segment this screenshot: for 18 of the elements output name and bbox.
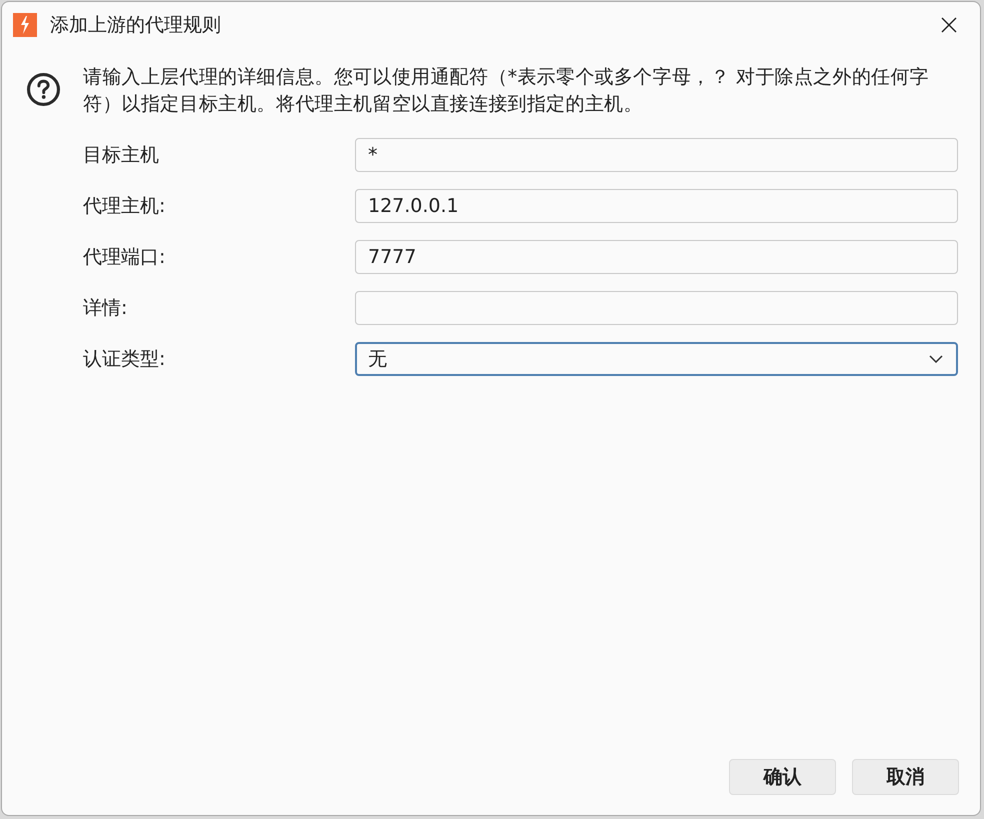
input-field[interactable]: 127.0.0.1 <box>355 189 958 223</box>
field-label: 详情: <box>83 296 128 321</box>
field-label: 代理主机: <box>83 194 166 219</box>
close-icon[interactable] <box>941 17 957 33</box>
input-field[interactable]: 7777 <box>355 240 958 274</box>
field-label: 代理端口: <box>83 245 166 270</box>
window-title: 添加上游的代理规则 <box>50 13 222 38</box>
chevron-down-icon <box>929 355 943 363</box>
lightning-icon <box>13 13 37 37</box>
input-field[interactable]: * <box>355 138 958 172</box>
description-text: 请输入上层代理的详细信息。您可以使用通配符（*表示零个或多个字母，？ 对于除点之外的任何字符）以指定目标主机。将代理主机留空以直接连接到指定的主机。 <box>83 65 930 117</box>
field-label: 目标主机 <box>83 143 160 168</box>
input-field[interactable] <box>355 291 958 325</box>
dropdown-field[interactable]: 无 <box>355 342 958 376</box>
cancel-button[interactable]: 取消 <box>852 759 959 795</box>
question-icon <box>27 73 60 106</box>
field-label: 认证类型: <box>83 347 166 372</box>
confirm-button[interactable]: 确认 <box>729 759 836 795</box>
